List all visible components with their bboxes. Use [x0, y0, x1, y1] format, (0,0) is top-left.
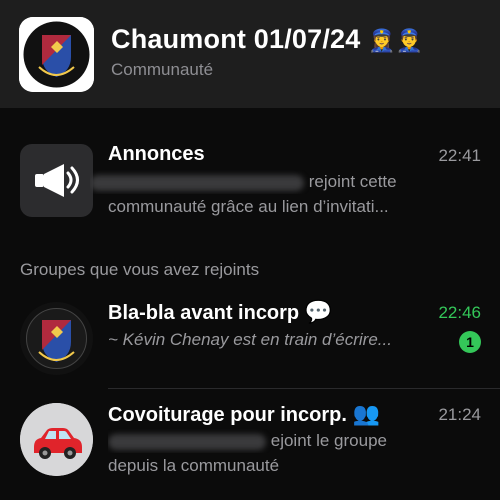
red-car-icon — [20, 403, 93, 476]
row-divider — [108, 388, 500, 389]
announcements-title: Annonces — [108, 143, 205, 165]
group-preview: ~ Kévin Chenay est en train d’écrire... — [108, 330, 392, 349]
announcements-preview-line2: communauté grâce au lien d’invitati... — [108, 197, 389, 216]
group-time: 22:46 — [438, 303, 481, 322]
announcements-time: 22:41 — [438, 146, 481, 165]
community-title: Chaumont 01/07/24 👮‍♀️👮‍♂️ — [111, 24, 424, 54]
people-emoji: 👥 — [352, 402, 380, 427]
group-title: Bla-bla avant incorp 💬 — [108, 300, 333, 325]
community-subtitle: Communauté — [111, 60, 214, 79]
redacted-name — [108, 433, 266, 450]
group-title: Covoiturage pour incorp. 👥 — [108, 402, 380, 427]
joined-groups-section-label: Groupes que vous avez rejoints — [20, 260, 260, 279]
police-officer-emoji: 👮‍♀️👮‍♂️ — [368, 29, 424, 54]
announcements-preview-line1: rejoint cette — [90, 170, 480, 194]
community-header[interactable]: Chaumont 01/07/24 👮‍♀️👮‍♂️ Communauté — [0, 0, 500, 108]
speech-bubble-emoji: 💬 — [304, 300, 333, 325]
redacted-phone-number — [90, 174, 304, 191]
megaphone-icon — [20, 144, 93, 217]
unread-badge: 1 — [459, 331, 481, 353]
group-time: 21:24 — [438, 405, 481, 424]
group-preview-line1: ejoint le groupe — [108, 429, 483, 453]
school-crest-icon — [20, 302, 93, 375]
group-preview-line2: depuis la communauté — [108, 456, 280, 475]
school-crest-icon — [19, 17, 94, 92]
